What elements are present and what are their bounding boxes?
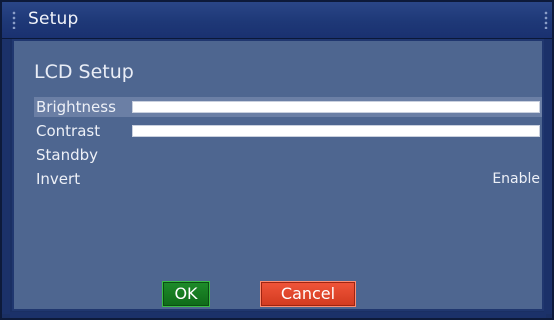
invert-value[interactable]: Enable xyxy=(492,169,540,189)
setting-row-contrast[interactable]: Contrast xyxy=(34,121,542,141)
section-title: LCD Setup xyxy=(34,61,134,83)
window-frame-right xyxy=(544,39,552,314)
contrast-slider[interactable] xyxy=(132,125,540,137)
window-title: Setup xyxy=(28,9,79,29)
contrast-slider-fill xyxy=(133,126,539,136)
setting-label: Invert xyxy=(36,170,81,188)
window-frame-left xyxy=(2,39,10,314)
setting-label: Brightness xyxy=(36,98,116,116)
setting-row-invert[interactable]: Invert Enable xyxy=(34,169,542,189)
setting-row-standby[interactable]: Standby xyxy=(34,145,542,165)
setting-row-brightness[interactable]: Brightness xyxy=(34,97,542,117)
settings-panel: LCD Setup Brightness Contrast Standby In… xyxy=(12,39,544,311)
window-frame-bottom xyxy=(10,312,546,318)
grip-dots-icon xyxy=(544,11,548,29)
cancel-button[interactable]: Cancel xyxy=(260,281,356,307)
title-bar: Setup xyxy=(2,2,552,39)
setting-label: Standby xyxy=(36,146,99,164)
grip-dots-icon xyxy=(12,11,16,29)
ok-button[interactable]: OK xyxy=(162,281,210,307)
brightness-slider-fill xyxy=(133,102,539,112)
setting-label: Contrast xyxy=(36,122,101,140)
setup-window: Setup LCD Setup Brightness Contrast Stan… xyxy=(0,0,554,320)
brightness-slider[interactable] xyxy=(132,101,540,113)
